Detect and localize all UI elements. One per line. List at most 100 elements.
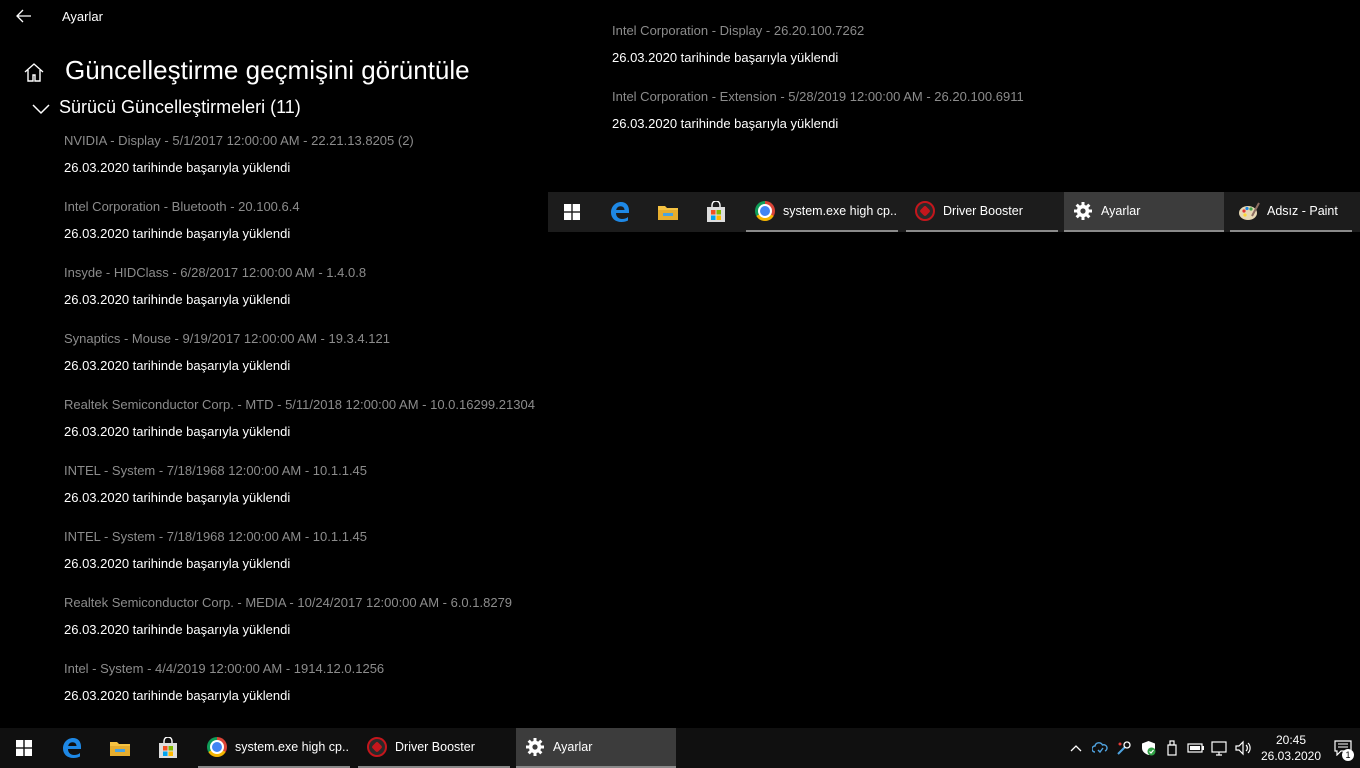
edge-button[interactable] [596,192,644,232]
chevron-down-icon [32,104,50,115]
back-button[interactable] [10,4,38,28]
update-name: Insyde - HIDClass - 6/28/2017 12:00:00 A… [64,265,367,280]
taskbar-app-label: Driver Booster [943,204,1023,218]
network-tray-button[interactable] [1208,728,1232,768]
taskbar-app-driver-booster[interactable]: Driver Booster [358,728,510,768]
windows-logo-icon [564,204,580,220]
update-name: INTEL - System - 7/18/1968 12:00:00 AM -… [64,529,368,544]
paint-icon [1238,200,1260,222]
taskbar-app-chrome[interactable]: system.exe high cp... [746,192,898,232]
update-status: 26.03.2020 tarihinde başarıyla yüklendi [64,622,291,637]
update-item: Realtek Semiconductor Corp. - MEDIA - 10… [64,595,512,637]
tray-app-icon[interactable] [1112,728,1136,768]
update-item: Insyde - HIDClass - 6/28/2017 12:00:00 A… [64,265,366,307]
update-status: 26.03.2020 tarihinde başarıyla yüklendi [64,490,291,505]
file-explorer-button[interactable] [96,728,144,768]
update-status: 26.03.2020 tarihinde başarıyla yüklendi [64,688,291,703]
update-name: Synaptics - Mouse - 9/19/2017 12:00:00 A… [64,331,390,346]
folder-icon [658,206,678,220]
chevron-up-icon [1070,745,1082,752]
home-button[interactable] [20,59,48,87]
taskbar-clock[interactable]: 20:45 26.03.2020 [1256,732,1326,764]
edge-button[interactable] [48,728,96,768]
update-item: Realtek Semiconductor Corp. - MTD - 5/11… [64,397,535,439]
update-name: Intel Corporation - Display - 26.20.100.… [612,23,865,38]
store-button[interactable] [144,728,192,768]
update-status: 26.03.2020 tarihinde başarıyla yüklendi [64,424,291,439]
home-icon [24,63,44,82]
start-button[interactable] [0,728,48,768]
tools-icon [1117,741,1131,755]
driver-booster-icon [366,736,388,758]
taskbar-app-settings[interactable]: Ayarlar [1064,192,1224,232]
update-status: 26.03.2020 tarihinde başarıyla yüklendi [64,556,291,571]
taskbar-app-label: Ayarlar [553,740,593,754]
update-status: 26.03.2020 tarihinde başarıyla yüklendi [64,358,291,373]
show-hidden-icons-button[interactable] [1064,728,1088,768]
clock-date: 26.03.2020 [1260,749,1322,763]
update-item: Intel Corporation - Bluetooth - 20.100.6… [64,199,300,241]
usb-drive-icon [1167,740,1177,756]
chrome-icon [754,200,776,222]
update-status: 26.03.2020 tarihinde başarıyla yüklendi [64,292,291,307]
store-button[interactable] [692,192,740,232]
update-name: Realtek Semiconductor Corp. - MEDIA - 10… [64,595,513,610]
update-name: Intel Corporation - Extension - 5/28/201… [612,89,1024,104]
update-name: INTEL - System - 7/18/1968 12:00:00 AM -… [64,463,368,478]
section-collapse-toggle[interactable] [30,98,52,120]
update-item: NVIDIA - Display - 5/1/2017 12:00:00 AM … [64,133,414,175]
file-explorer-button[interactable] [644,192,692,232]
usb-tray-button[interactable] [1160,728,1184,768]
update-item: Intel - System - 4/4/2019 12:00:00 AM - … [64,661,384,703]
section-title: Sürücü Güncelleştirmeleri (11) [59,97,301,117]
taskbar-overlay: system.exe high cp... Driver Booster Aya… [548,192,1360,232]
battery-tray-button[interactable] [1184,728,1208,768]
gear-icon [1072,200,1094,222]
start-button[interactable] [548,192,596,232]
windows-logo-icon [16,740,32,756]
gear-icon [524,736,546,758]
driver-booster-icon [914,200,936,222]
update-status: 26.03.2020 tarihinde başarıyla yüklendi [64,226,291,241]
update-item: Synaptics - Mouse - 9/19/2017 12:00:00 A… [64,331,390,373]
store-icon [707,201,725,222]
defender-tray-button[interactable] [1136,728,1160,768]
taskbar-app-paint[interactable]: Adsız - Paint [1230,192,1352,232]
network-icon [1211,741,1227,756]
update-name: Intel Corporation - Bluetooth - 20.100.6… [64,199,300,214]
taskbar-app-label: system.exe high cp... [235,740,350,754]
update-item: Intel Corporation - Display - 26.20.100.… [612,23,864,65]
clock-time: 20:45 [1275,733,1307,747]
taskbar-app-settings[interactable]: Ayarlar [516,728,676,768]
store-icon [159,737,177,758]
volume-icon [1235,740,1251,756]
folder-icon [110,742,130,756]
taskbar: system.exe high cp... Driver Booster Aya… [0,728,1360,768]
chrome-icon [206,736,228,758]
update-item: INTEL - System - 7/18/1968 12:00:00 AM -… [64,463,367,505]
update-status: 26.03.2020 tarihinde başarıyla yüklendi [612,50,839,65]
shield-icon [1141,741,1155,756]
update-name: NVIDIA - Display - 5/1/2017 12:00:00 AM … [64,133,414,148]
page-title: Güncelleştirme geçmişini görüntüle [65,55,470,85]
taskbar-app-label: system.exe high cp... [783,204,898,218]
edge-icon [611,202,629,222]
battery-icon [1187,743,1204,753]
update-item: Intel Corporation - Extension - 5/28/201… [612,89,1024,131]
volume-tray-button[interactable] [1232,728,1256,768]
update-status: 26.03.2020 tarihinde başarıyla yüklendi [612,116,839,131]
notification-count-badge: 1 [1342,749,1354,761]
taskbar-app-label: Driver Booster [395,740,475,754]
back-arrow-icon [16,9,31,23]
taskbar-app-chrome[interactable]: system.exe high cp... [198,728,350,768]
update-item: INTEL - System - 7/18/1968 12:00:00 AM -… [64,529,367,571]
action-center-button[interactable]: 1 [1326,728,1360,768]
update-name: Realtek Semiconductor Corp. - MTD - 5/11… [64,397,535,412]
taskbar-app-label: Ayarlar [1101,204,1141,218]
update-name: Intel - System - 4/4/2019 12:00:00 AM - … [64,661,385,676]
window-title: Ayarlar [62,9,103,24]
tray-app-icon[interactable] [1088,728,1112,768]
edge-icon [63,738,81,758]
taskbar-app-driver-booster[interactable]: Driver Booster [906,192,1058,232]
update-status: 26.03.2020 tarihinde başarıyla yüklendi [64,160,291,175]
